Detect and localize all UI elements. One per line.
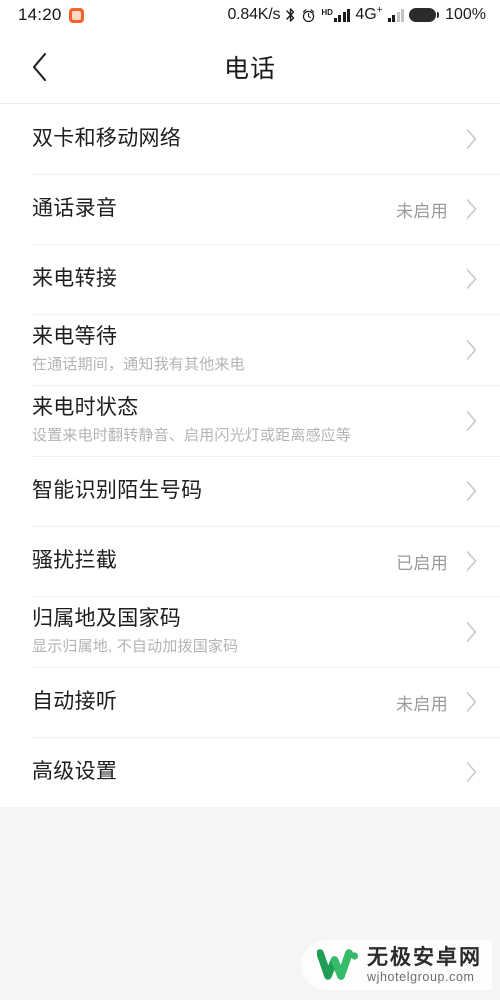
chevron-right-icon — [464, 268, 478, 290]
watermark: 无极安卓网 wjhotelgroup.com — [301, 939, 492, 990]
phone-screen: 14:20 0.84K/s HD 4G + 100% 电话 双卡和移动网络 通话… — [0, 0, 500, 1000]
status-bar-left: 14:20 — [18, 5, 84, 25]
list-item-title: 来电时状态 — [32, 396, 139, 419]
chevron-right-icon — [464, 550, 478, 572]
bluetooth-icon — [285, 7, 296, 23]
list-item-subtitle: 在通话期间，通知我有其他来电 — [32, 356, 245, 373]
list-item-title: 高级设置 — [32, 760, 118, 783]
back-button[interactable] — [22, 49, 58, 85]
list-item-texts: 来电等待 在通话期间，通知我有其他来电 — [32, 314, 436, 385]
title-bar: 电话 — [0, 30, 500, 104]
list-item-harassment-blocking[interactable]: 骚扰拦截 已启用 — [0, 526, 500, 596]
network-speed-label: 0.84K/s — [227, 6, 281, 23]
network-type-label: 4G + — [355, 5, 383, 24]
page-title: 电话 — [223, 54, 276, 83]
chevron-right-icon — [464, 339, 478, 361]
list-item-subtitle: 设置来电时翻转静音、启用闪光灯或距离感应等 — [32, 427, 352, 444]
list-item-value: 已启用 — [396, 553, 448, 573]
list-item-advanced-settings[interactable]: 高级设置 — [0, 737, 500, 807]
list-item-value: 未启用 — [396, 201, 448, 221]
list-item-value: 未启用 — [396, 694, 448, 714]
list-item-call-recording[interactable]: 通话录音 未启用 — [0, 174, 500, 244]
settings-list: 双卡和移动网络 通话录音 未启用 来电转接 来电等待 在通话期间，通知我有其他来… — [0, 104, 500, 807]
status-bar: 14:20 0.84K/s HD 4G + 100% — [0, 0, 500, 30]
list-item-title: 骚扰拦截 — [32, 549, 118, 572]
watermark-site-url: wjhotelgroup.com — [367, 969, 475, 984]
chevron-right-icon — [464, 128, 478, 150]
chevron-right-icon — [464, 198, 478, 220]
list-item-texts: 来电时状态 设置来电时翻转静音、启用闪光灯或距离感应等 — [32, 385, 436, 456]
app-badge-icon — [68, 7, 84, 23]
list-item-texts: 骚扰拦截 — [32, 538, 384, 584]
signal-bars-secondary-icon — [387, 8, 405, 22]
watermark-site-name: 无极安卓网 — [367, 945, 482, 969]
status-bar-clock: 14:20 — [18, 5, 62, 24]
list-item-texts: 来电转接 — [32, 256, 436, 302]
list-item-title: 通话录音 — [32, 197, 118, 220]
battery-percent-label: 100% — [445, 6, 486, 23]
list-item-texts: 高级设置 — [32, 749, 436, 795]
hd-label: HD — [321, 7, 333, 17]
chevron-right-icon — [464, 691, 478, 713]
list-item-texts: 自动接听 — [32, 679, 384, 725]
list-item-title: 双卡和移动网络 — [32, 127, 182, 150]
list-item-texts: 智能识别陌生号码 — [32, 468, 436, 514]
chevron-right-icon — [464, 621, 478, 643]
list-item-title: 智能识别陌生号码 — [32, 479, 203, 502]
w-logo-icon — [316, 948, 359, 982]
signal-bars-icon — [333, 8, 351, 22]
list-item-title: 来电等待 — [32, 325, 118, 348]
hd-signal-icon: HD — [321, 7, 351, 22]
list-item-title: 来电转接 — [32, 267, 118, 290]
list-item-identify-unknown-numbers[interactable]: 智能识别陌生号码 — [0, 456, 500, 526]
chevron-right-icon — [464, 761, 478, 783]
list-item-call-forwarding[interactable]: 来电转接 — [0, 244, 500, 314]
list-item-auto-answer[interactable]: 自动接听 未启用 — [0, 667, 500, 737]
list-item-dual-sim[interactable]: 双卡和移动网络 — [0, 104, 500, 174]
list-item-texts: 双卡和移动网络 — [32, 116, 436, 162]
alarm-clock-icon — [301, 8, 316, 23]
list-item-location-country-code[interactable]: 归属地及国家码 显示归属地, 不自动加拨国家码 — [0, 596, 500, 667]
list-item-call-waiting[interactable]: 来电等待 在通话期间，通知我有其他来电 — [0, 314, 500, 385]
list-item-incoming-call-status[interactable]: 来电时状态 设置来电时翻转静音、启用闪光灯或距离感应等 — [0, 385, 500, 456]
watermark-text: 无极安卓网 wjhotelgroup.com — [367, 947, 482, 984]
list-item-subtitle: 显示归属地, 不自动加拨国家码 — [32, 638, 239, 655]
list-item-title: 自动接听 — [32, 690, 118, 713]
battery-full-icon — [409, 8, 440, 22]
chevron-right-icon — [464, 480, 478, 502]
back-chevron-icon — [30, 51, 50, 83]
list-item-texts: 归属地及国家码 显示归属地, 不自动加拨国家码 — [32, 596, 436, 667]
list-item-texts: 通话录音 — [32, 186, 384, 232]
status-bar-right: 0.84K/s HD 4G + 100% — [227, 6, 486, 24]
chevron-right-icon — [464, 410, 478, 432]
list-item-title: 归属地及国家码 — [32, 607, 182, 630]
